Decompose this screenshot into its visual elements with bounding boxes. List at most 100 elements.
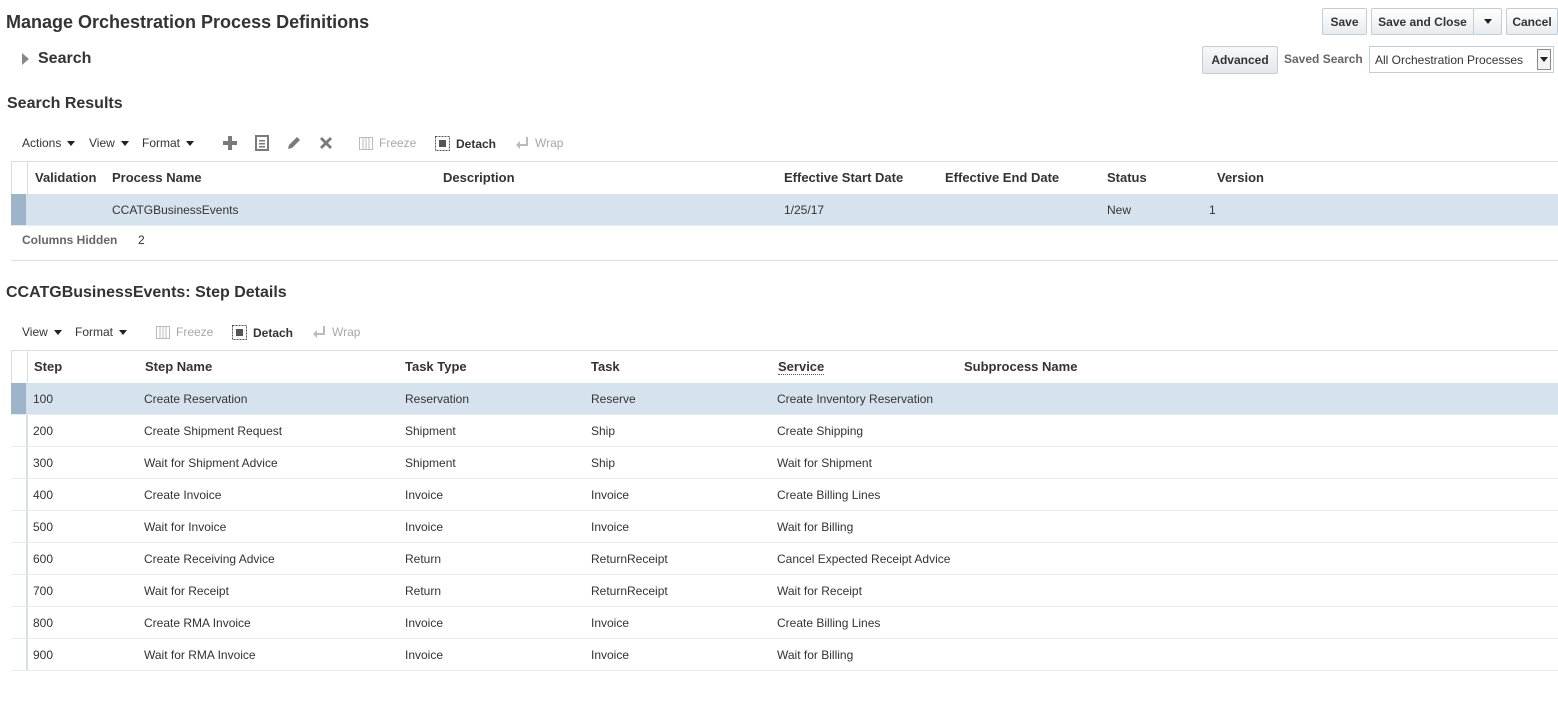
table-row[interactable]: 200 Create Shipment Request Shipment Shi… <box>11 415 1558 447</box>
column-header-subprocess-name[interactable]: Subprocess Name <box>964 359 1077 374</box>
duplicate-icon[interactable] <box>253 134 271 152</box>
table-row[interactable]: 700 Wait for Receipt Return ReturnReceip… <box>11 575 1558 607</box>
format-menu[interactable]: Format <box>142 136 195 150</box>
columns-hidden-value: 2 <box>138 233 145 247</box>
column-header-service[interactable]: Service <box>778 359 825 375</box>
steps-detach-button[interactable]: Detach <box>232 325 293 340</box>
save-menu-dropdown-button[interactable] <box>1473 8 1502 35</box>
detach-button[interactable]: Detach <box>435 136 496 151</box>
cell-service: Wait for Billing <box>777 648 854 662</box>
column-header-description[interactable]: Description <box>443 170 515 185</box>
cell-task: Reserve <box>591 392 636 406</box>
cell-start-date: 1/25/17 <box>784 203 825 217</box>
row-header[interactable] <box>11 639 27 670</box>
cell-task: ReturnReceipt <box>591 552 668 566</box>
column-header-task-type[interactable]: Task Type <box>405 359 467 374</box>
row-header[interactable] <box>11 415 27 446</box>
columns-hidden-label: Columns Hidden <box>22 233 118 247</box>
chevron-down-icon <box>186 140 195 146</box>
advanced-button[interactable]: Advanced <box>1202 46 1278 74</box>
wrap-button[interactable]: Wrap <box>515 136 563 150</box>
column-header-effective-start-date[interactable]: Effective Start Date <box>784 170 903 185</box>
cell-task: Invoice <box>591 520 630 534</box>
cell-task: Ship <box>591 456 616 470</box>
cell-step: 600 <box>33 552 54 566</box>
cell-process-name: CCATGBusinessEvents <box>112 203 239 217</box>
cell-step-name: Create RMA Invoice <box>144 616 251 630</box>
cell-step-name: Wait for Invoice <box>144 520 227 534</box>
save-button[interactable]: Save <box>1322 8 1367 35</box>
cell-service: Wait for Receipt <box>777 584 862 598</box>
chevron-down-icon <box>119 329 128 335</box>
steps-wrap-button[interactable]: Wrap <box>312 325 360 339</box>
edit-icon[interactable] <box>285 134 303 152</box>
table-row[interactable]: 400 Create Invoice Invoice Invoice Creat… <box>11 479 1558 511</box>
column-header-step[interactable]: Step <box>34 359 62 374</box>
table-row[interactable]: CCATGBusinessEvents 1/25/17 New 1 <box>11 194 1558 226</box>
cell-status: New <box>1107 203 1132 217</box>
table-row[interactable]: 500 Wait for Invoice Invoice Invoice Wai… <box>11 511 1558 543</box>
column-header-version[interactable]: Version <box>1217 170 1264 185</box>
cell-step-name: Create Reservation <box>144 392 248 406</box>
table-row[interactable]: 100 Create Reservation Reservation Reser… <box>11 383 1558 415</box>
actions-menu[interactable]: Actions <box>22 136 76 150</box>
row-header[interactable] <box>11 511 27 542</box>
delete-icon[interactable] <box>317 134 335 152</box>
column-header-step-name[interactable]: Step Name <box>145 359 212 374</box>
table-row[interactable]: 800 Create RMA Invoice Invoice Invoice C… <box>11 607 1558 639</box>
add-icon[interactable] <box>221 134 239 152</box>
steps-view-menu[interactable]: View <box>22 325 62 339</box>
cancel-button-label: Cancel <box>1512 14 1552 29</box>
cell-task: Invoice <box>591 616 630 630</box>
saved-search-select[interactable]: All Orchestration Processes <box>1369 46 1554 73</box>
view-menu[interactable]: View <box>89 136 129 150</box>
row-header[interactable] <box>11 383 27 414</box>
wrap-icon <box>516 136 528 149</box>
freeze-icon <box>156 325 170 339</box>
cell-task-type: Reservation <box>405 392 470 406</box>
save-button-label: Save <box>1330 14 1359 29</box>
column-header-effective-end-date[interactable]: Effective End Date <box>945 170 1059 185</box>
section-divider <box>11 260 1558 261</box>
column-header-process-name[interactable]: Process Name <box>112 170 202 185</box>
column-header-task[interactable]: Task <box>591 359 620 374</box>
row-header[interactable] <box>11 607 27 638</box>
cell-step: 700 <box>33 584 54 598</box>
chevron-down-icon <box>67 140 76 146</box>
cell-step: 300 <box>33 456 54 470</box>
cell-step-name: Create Shipment Request <box>144 424 283 438</box>
search-disclosure[interactable]: Search <box>22 50 91 68</box>
detach-icon <box>232 325 247 340</box>
save-and-close-button[interactable]: Save and Close <box>1371 8 1474 35</box>
cell-step-name: Wait for RMA Invoice <box>144 648 256 662</box>
cell-service: Wait for Shipment <box>777 456 872 470</box>
freeze-button[interactable]: Freeze <box>359 136 416 150</box>
table-row[interactable]: 300 Wait for Shipment Advice Shipment Sh… <box>11 447 1558 479</box>
freeze-icon <box>359 136 373 150</box>
dropdown-arrow-icon[interactable] <box>1537 49 1551 70</box>
cell-step-name: Wait for Shipment Advice <box>144 456 278 470</box>
row-header[interactable] <box>11 575 27 606</box>
cell-service: Create Billing Lines <box>777 488 881 502</box>
cell-task-type: Invoice <box>405 520 444 534</box>
row-header[interactable] <box>11 447 27 478</box>
table-row[interactable]: 600 Create Receiving Advice Return Retur… <box>11 543 1558 575</box>
chevron-down-icon <box>53 329 62 335</box>
cell-task-type: Invoice <box>405 488 444 502</box>
step-details-title: CCATGBusinessEvents: Step Details <box>6 284 287 301</box>
cell-task-type: Shipment <box>405 456 456 470</box>
table-row[interactable]: 900 Wait for RMA Invoice Invoice Invoice… <box>11 639 1558 671</box>
search-results-title: Search Results <box>7 95 123 112</box>
row-header[interactable] <box>11 543 27 574</box>
cancel-button[interactable]: Cancel <box>1506 8 1558 35</box>
row-header[interactable] <box>11 479 27 510</box>
cell-task-type: Shipment <box>405 424 456 438</box>
column-header-validation[interactable]: Validation <box>35 170 96 185</box>
steps-freeze-button[interactable]: Freeze <box>156 325 213 339</box>
save-and-close-label: Save and Close <box>1378 14 1467 29</box>
cell-step-name: Create Invoice <box>144 488 222 502</box>
row-header[interactable] <box>11 194 27 225</box>
cell-service: Cancel Expected Receipt Advice <box>777 552 951 566</box>
column-header-status[interactable]: Status <box>1107 170 1147 185</box>
steps-format-menu[interactable]: Format <box>75 325 128 339</box>
